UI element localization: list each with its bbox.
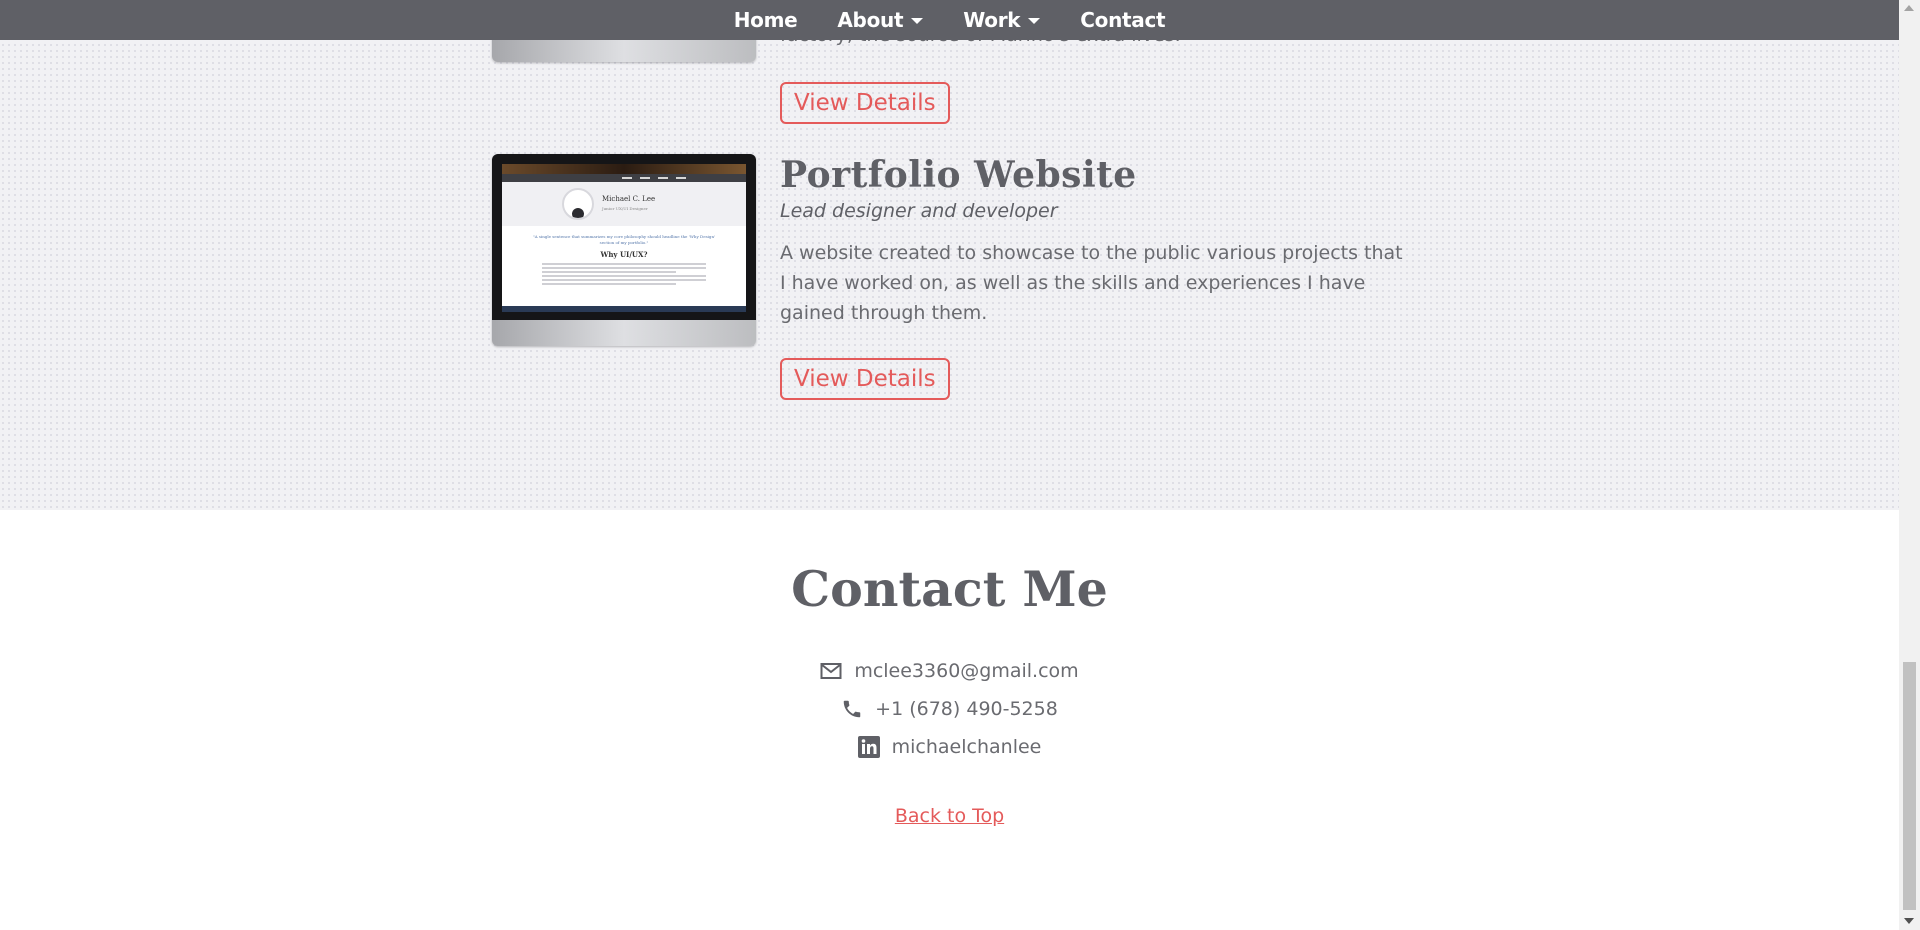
thumbnail-screen: Michael C. Lee Junior UX/UI Designer "A …	[502, 164, 746, 312]
phone-icon	[841, 698, 863, 720]
contact-title: Contact Me	[791, 560, 1108, 618]
scroll-down-icon[interactable]	[1904, 918, 1914, 924]
caret-down-icon	[911, 18, 924, 24]
project-title: Portfolio Website	[780, 154, 1137, 196]
contact-email-row: mclee3360@gmail.com	[0, 660, 1899, 682]
nav-work-label: Work	[963, 8, 1021, 32]
thumbnail-heading: Why UI/UX?	[600, 250, 648, 259]
thumbnail-avatar	[562, 188, 594, 220]
caret-down-icon	[1028, 18, 1041, 24]
work-section: factory, the source of Marino's extra li…	[0, 0, 1899, 510]
nav-about-label: About	[837, 8, 904, 32]
top-navbar: Home About Work Contact	[0, 0, 1899, 40]
nav-about-dropdown[interactable]: About	[837, 8, 924, 32]
thumbnail-quote: "A single sentence that summarizes my co…	[532, 234, 716, 245]
portfolio-website-thumbnail: Michael C. Lee Junior UX/UI Designer "A …	[492, 154, 756, 346]
nav-work-dropdown[interactable]: Work	[963, 8, 1041, 32]
page-scrollbar[interactable]	[1899, 0, 1920, 930]
mail-icon	[820, 662, 842, 680]
nav-home[interactable]: Home	[734, 8, 798, 32]
project-description: A website created to showcase to the pub…	[780, 242, 1403, 324]
nav-contact[interactable]: Contact	[1080, 8, 1165, 32]
contact-linkedin[interactable]: michaelchanlee	[892, 736, 1042, 758]
contact-phone-row: +1 (678) 490-5258	[0, 698, 1899, 720]
project-role: Lead designer and developer	[780, 200, 1058, 222]
portfolio-view-details-button[interactable]: View Details	[780, 358, 950, 400]
scroll-thumb[interactable]	[1903, 662, 1916, 910]
portfolio-website-project: Portfolio Website Lead designer and deve…	[780, 154, 1420, 328]
contact-phone[interactable]: +1 (678) 490-5258	[875, 698, 1058, 720]
back-to-top-link[interactable]: Back to Top	[0, 805, 1899, 827]
scroll-up-icon[interactable]	[1904, 5, 1914, 11]
nav-contact-label: Contact	[1080, 8, 1166, 32]
thumbnail-name: Michael C. Lee	[602, 195, 656, 203]
previous-project-view-details-button[interactable]: View Details	[780, 82, 950, 124]
thumbnail-subtitle: Junior UX/UI Designer	[602, 206, 648, 211]
contact-email[interactable]: mclee3360@gmail.com	[854, 660, 1078, 682]
linkedin-icon	[857, 736, 880, 758]
nav-home-label: Home	[733, 8, 798, 32]
contact-linkedin-row: michaelchanlee	[0, 736, 1899, 758]
